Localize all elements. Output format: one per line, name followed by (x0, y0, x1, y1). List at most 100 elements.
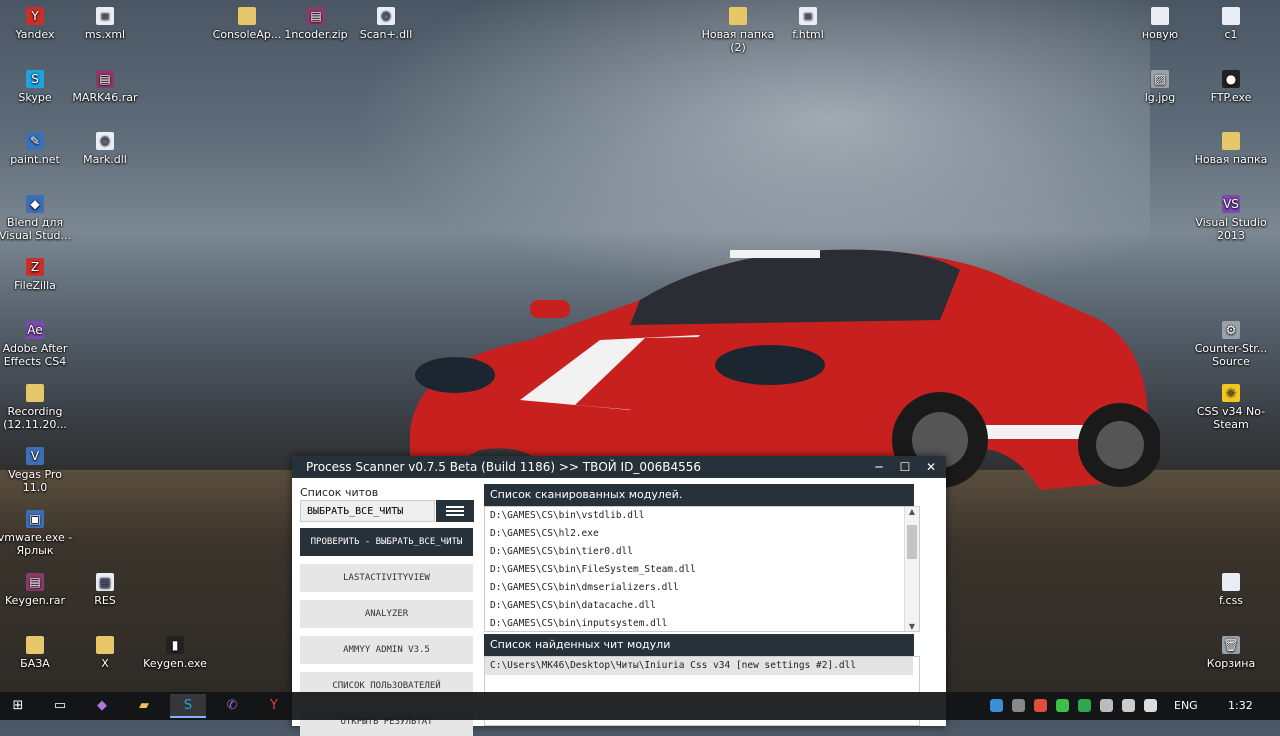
network-tray-icon[interactable] (990, 699, 1003, 712)
desktop-icon-label: CSS v34 No-Steam (1196, 405, 1266, 431)
language-indicator[interactable]: ENG (1174, 692, 1198, 720)
filezilla-tray-icon[interactable] (1034, 699, 1047, 712)
scroll-up-icon[interactable]: ▲ (905, 507, 919, 516)
found-modules-header: Список найденных чит модули (484, 634, 914, 656)
cheats-list-label: Список читов (300, 486, 379, 499)
desktop-icon-left-15[interactable]: X (67, 636, 143, 670)
desktop-icon-right-8[interactable]: f.css (1193, 573, 1269, 607)
desktop-icon-top-3[interactable]: Новая папка (2) (700, 7, 776, 54)
file-explorer-taskbar-icon[interactable]: ▰ (126, 694, 162, 718)
desktop-icon-left-3[interactable]: ▤ MARK46.rar (67, 70, 143, 104)
volume-tray-icon[interactable] (1144, 699, 1157, 712)
file-icon: ≡ (96, 7, 114, 25)
check-all-button[interactable]: ПРОВЕРИТЬ - ВЫБРАТЬ_ВСЕ_ЧИТЫ (300, 528, 473, 556)
hamburger-menu-button[interactable] (436, 500, 474, 522)
desktop-icon-top-2[interactable]: ⚙ Scan+.dll (348, 7, 424, 41)
scanned-module-row[interactable]: D:\GAMES\CS\bin\FileSystem_Steam.dll (485, 561, 919, 579)
desktop-icon-left-4[interactable]: ✎ paint.net (0, 132, 73, 166)
file-icon: Y (26, 7, 44, 25)
desktop-icon-label: Yandex (15, 28, 55, 41)
scroll-thumb[interactable] (907, 525, 917, 559)
green-tray-icon[interactable] (1056, 699, 1069, 712)
yandex-browser-taskbar-icon[interactable]: Y (256, 694, 292, 718)
desktop-icon-label: новую (1141, 28, 1179, 41)
desktop-icon-right-7[interactable]: ☼ CSS v34 No-Steam (1193, 384, 1269, 431)
utorrent-tray-icon[interactable] (1078, 699, 1091, 712)
desktop-icon-top-0[interactable]: ConsoleAp... (209, 7, 285, 41)
desktop-icon-label: f.html (792, 28, 824, 41)
desktop-icon-label: RES (94, 594, 116, 607)
scanned-module-row[interactable]: D:\GAMES\CS\bin\tier0.dll (485, 543, 919, 561)
desktop-icon-left-2[interactable]: S Skype (0, 70, 73, 104)
task-view-icon[interactable]: ▭ (42, 694, 78, 718)
file-icon: ⚙ (96, 132, 114, 150)
wifi-tray-icon[interactable] (1122, 699, 1135, 712)
file-icon (26, 384, 44, 402)
scanned-module-row[interactable]: D:\GAMES\CS\hl2.exe (485, 525, 919, 543)
file-icon (238, 7, 256, 25)
desktop-icon-left-11[interactable]: ▣ vmware.exe - Ярлык (0, 510, 73, 557)
desktop-icon-top-4[interactable]: ≡ f.html (770, 7, 846, 41)
desktop-icon-label: vmware.exe - Ярлык (0, 531, 73, 557)
file-icon: ▮ (166, 636, 184, 654)
desktop-icon-left-1[interactable]: ≡ ms.xml (67, 7, 143, 41)
desktop-icon-right-6[interactable]: ⚙ Counter-Str... Source (1193, 321, 1269, 368)
scroll-down-icon[interactable]: ▼ (905, 622, 919, 631)
desktop-icon-left-13[interactable]: ▦ RES (67, 573, 143, 607)
scanned-module-row[interactable]: D:\GAMES\CS\bin\inputsystem.dll (485, 615, 919, 631)
desktop-icon-left-8[interactable]: Ae Adobe After Effects CS4 (0, 321, 73, 368)
desktop-icon-left-7[interactable]: Z FileZilla (0, 258, 73, 292)
close-button[interactable]: ✕ (924, 456, 938, 478)
desktop-icon-right-1[interactable]: c1 (1193, 7, 1269, 41)
file-icon: ▤ (307, 7, 325, 25)
scanned-module-row[interactable]: D:\GAMES\CS\bin\dmserializers.dll (485, 579, 919, 597)
desktop-icon-left-16[interactable]: ▮ Keygen.exe (137, 636, 213, 670)
desktop-icon-right-3[interactable]: ● FTP.exe (1193, 70, 1269, 104)
desktop-icon-right-9[interactable]: 🗑 Корзина (1193, 636, 1269, 670)
desktop-icon-label: Blend для Visual Stud... (0, 216, 72, 242)
desktop-icon-label: Mark.dll (83, 153, 127, 166)
desktop-icon-left-14[interactable]: БАЗА (0, 636, 73, 670)
file-icon: ◆ (26, 195, 44, 213)
scanned-list-scrollbar[interactable]: ▲ ▼ (904, 507, 919, 631)
maximize-button[interactable]: ☐ (898, 456, 912, 478)
desktop-icon-left-9[interactable]: Recording (12.11.20... (0, 384, 73, 431)
skype-taskbar-icon[interactable]: S (170, 694, 206, 718)
desktop-icon-label: Skype (18, 91, 52, 104)
desktop-icon-right-2[interactable]: ▨ lg.jpg (1122, 70, 1198, 104)
desktop-icon-left-12[interactable]: ▤ Keygen.rar (0, 573, 73, 607)
scanned-module-row[interactable]: D:\GAMES\CS\bin\vstdlib.dll (485, 507, 919, 525)
desktop-icon-left-0[interactable]: Y Yandex (0, 7, 73, 41)
ammyy-admin-button[interactable]: AMMYY ADMIN V3.5 (300, 636, 473, 664)
desktop-icon-label: lg.jpg (1144, 91, 1176, 104)
file-icon: ≡ (799, 7, 817, 25)
lastactivityview-button[interactable]: LASTACTIVITYVIEW (300, 564, 473, 592)
desktop-icon-right-4[interactable]: Новая папка (1193, 132, 1269, 166)
clock[interactable]: 1:32 (1228, 692, 1253, 720)
cheat-select[interactable]: ВЫБРАТЬ_ВСЕ_ЧИТЫ (300, 500, 435, 522)
desktop-icon-label: Recording (12.11.20... (3, 405, 67, 431)
file-icon: ▨ (1151, 70, 1169, 88)
minimize-button[interactable]: ─ (872, 456, 886, 478)
desktop-icon-right-0[interactable]: новую (1122, 7, 1198, 41)
desktop-icon-label: Новая папка (1194, 153, 1268, 166)
desktop-icon-left-6[interactable]: ◆ Blend для Visual Stud... (0, 195, 73, 242)
process-scanner-window: Process Scanner v0.7.5 Beta (Build 1186)… (292, 456, 946, 736)
flag-tray-icon[interactable] (1100, 699, 1113, 712)
desktop-icon-right-5[interactable]: VS Visual Studio 2013 (1193, 195, 1269, 242)
analyzer-button[interactable]: ANALYZER (300, 600, 473, 628)
found-module-row[interactable]: C:\Users\MK46\Desktop\Читы\Iniuria Css v… (485, 657, 913, 675)
start-button[interactable]: ⊞ (0, 694, 36, 718)
viber-taskbar-icon[interactable]: ✆ (214, 694, 250, 718)
desktop-icon-top-1[interactable]: ▤ 1ncoder.zip (278, 7, 354, 41)
file-icon: ✎ (26, 132, 44, 150)
shield-tray-icon[interactable] (1012, 699, 1025, 712)
desktop-icon-label: MARK46.rar (72, 91, 138, 104)
desktop-icon-label: Adobe After Effects CS4 (2, 342, 68, 368)
window-titlebar[interactable]: Process Scanner v0.7.5 Beta (Build 1186)… (292, 456, 946, 478)
file-icon (26, 636, 44, 654)
visual-studio-taskbar-icon[interactable]: ◆ (84, 694, 120, 718)
desktop-icon-left-10[interactable]: V Vegas Pro 11.0 (0, 447, 73, 494)
desktop-icon-left-5[interactable]: ⚙ Mark.dll (67, 132, 143, 166)
scanned-module-row[interactable]: D:\GAMES\CS\bin\datacache.dll (485, 597, 919, 615)
